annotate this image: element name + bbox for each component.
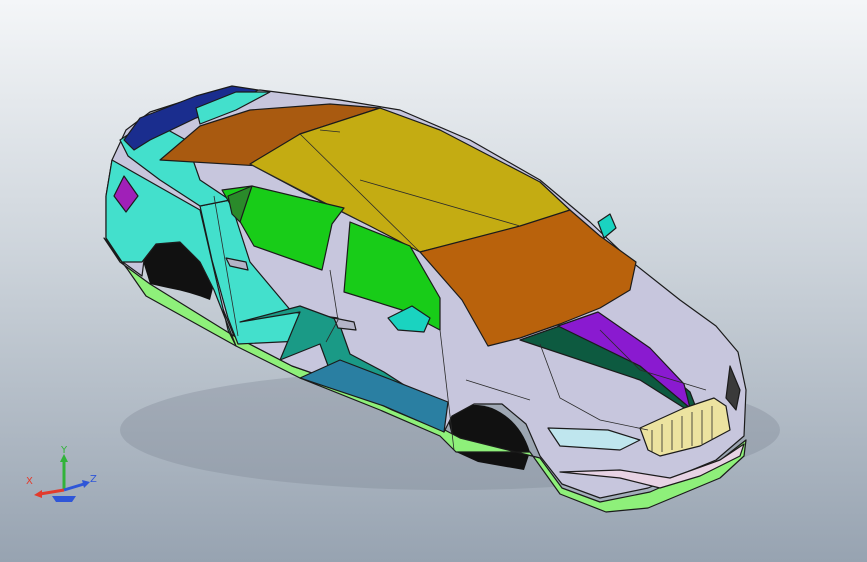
car-body-model[interactable] [0, 0, 867, 562]
z-axis-head [82, 480, 90, 488]
x-axis-arrow [39, 488, 65, 496]
triad-base [52, 496, 76, 502]
x-axis-head [34, 490, 42, 498]
y-axis-label: Y [60, 446, 68, 456]
coordinate-triad: Y X Z [26, 446, 97, 502]
z-axis-arrow [63, 482, 85, 492]
graphics-viewport[interactable]: Y X Z [0, 0, 867, 562]
x-axis-label: X [26, 476, 33, 487]
z-axis-label: Z [90, 474, 97, 485]
